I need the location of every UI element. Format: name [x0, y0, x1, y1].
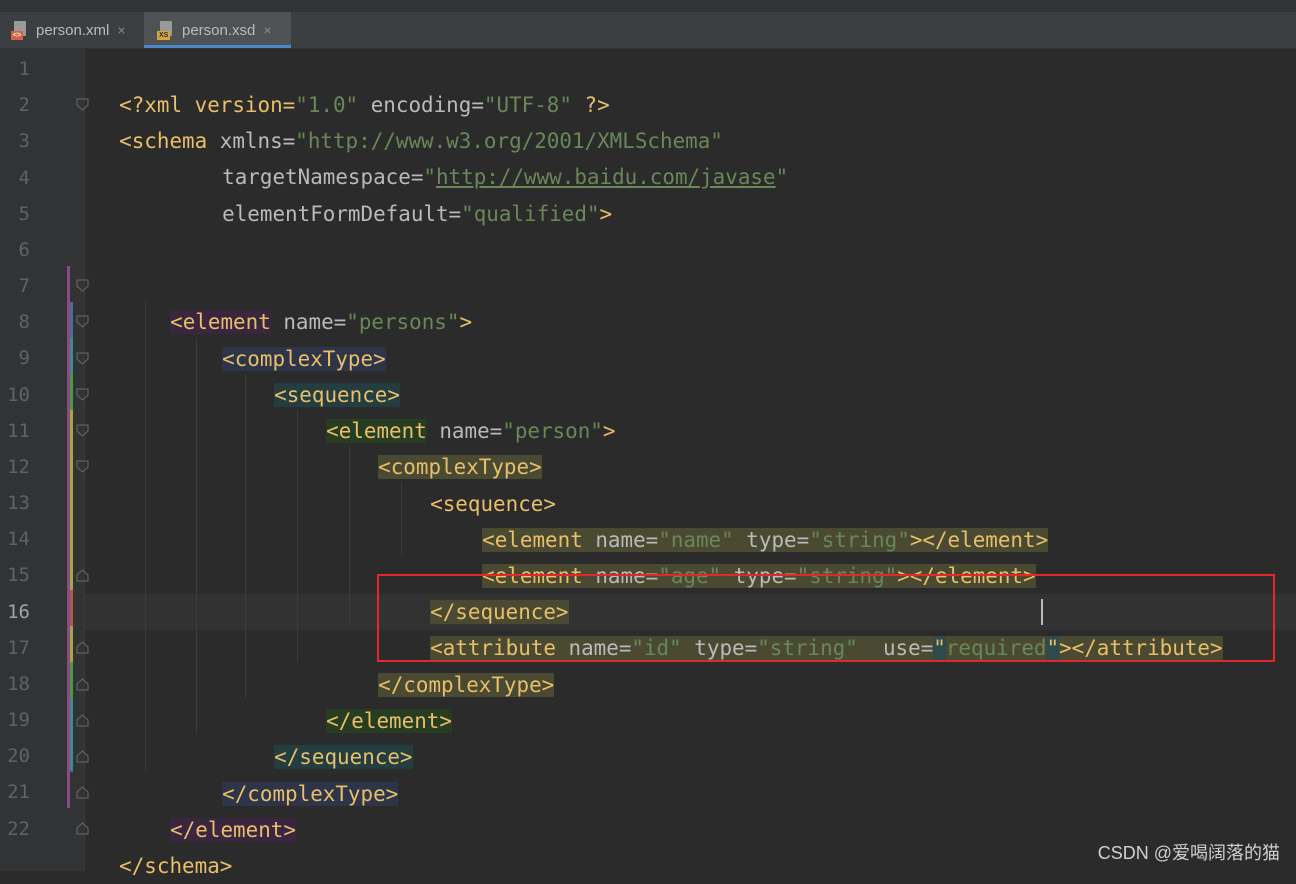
- line-number: 18: [7, 673, 30, 695]
- line-number: 17: [7, 637, 30, 659]
- close-icon[interactable]: ×: [263, 22, 271, 38]
- code-line-18[interactable]: </element>: [301, 667, 452, 733]
- fold-close-icon[interactable]: [76, 641, 89, 654]
- line-number-current: 16: [7, 601, 30, 623]
- code-line-7[interactable]: <element name="persons">: [145, 268, 472, 334]
- code-line-1[interactable]: <?xml version="1.0" encoding="UTF-8" ?>: [94, 51, 610, 117]
- code-line-21[interactable]: </element>: [145, 776, 296, 842]
- line-number: 5: [18, 203, 30, 225]
- indent-guide: [349, 446, 350, 626]
- line-number: 14: [7, 528, 30, 550]
- fold-open-icon[interactable]: [76, 352, 89, 365]
- indent-guide: [145, 302, 146, 770]
- code-line-8[interactable]: <complexType>: [197, 305, 386, 371]
- watermark: CSDN @爱喝阔落的猫: [1097, 843, 1280, 863]
- code-line-4[interactable]: elementFormDefault="qualified">: [197, 160, 612, 226]
- fold-open-icon[interactable]: [76, 279, 89, 292]
- indent-guide: [196, 338, 197, 734]
- line-number: 1: [18, 58, 30, 80]
- xml-file-icon: <>: [11, 20, 30, 40]
- fold-close-icon[interactable]: [76, 678, 89, 691]
- line-number: 21: [7, 781, 30, 803]
- code-line-20[interactable]: </complexType>: [197, 740, 399, 806]
- scope-bar: [70, 410, 73, 590]
- line-number: 8: [18, 311, 30, 333]
- code-line-12[interactable]: <sequence>: [405, 450, 556, 516]
- line-number: 6: [18, 239, 30, 261]
- close-icon[interactable]: ×: [117, 22, 125, 38]
- line-number: 12: [7, 456, 30, 478]
- fold-close-icon[interactable]: [76, 822, 89, 835]
- line-number: 3: [18, 130, 30, 152]
- code-line-2[interactable]: <schema xmlns="http://www.w3.org/2001/XM…: [94, 87, 723, 153]
- code-line-14[interactable]: <element name="age" type="string"></elem…: [457, 522, 1036, 588]
- tab-person-xml[interactable]: <> person.xml ×: [0, 12, 143, 48]
- tab-person-xsd[interactable]: XS person.xsd ×: [144, 12, 291, 48]
- code-line-9[interactable]: <sequence>: [249, 341, 400, 407]
- fold-open-icon[interactable]: [76, 315, 89, 328]
- line-number: 2: [18, 94, 30, 116]
- code-line-22[interactable]: </schema>: [94, 812, 232, 878]
- fold-close-icon[interactable]: [76, 569, 89, 582]
- line-number: 19: [7, 709, 30, 731]
- fold-open-icon[interactable]: [76, 388, 89, 401]
- editor-tab-bar: <> person.xml × XS person.xsd ×: [0, 12, 1296, 49]
- line-number: 9: [18, 347, 30, 369]
- fold-close-icon[interactable]: [76, 714, 89, 727]
- line-number: 7: [18, 275, 30, 297]
- xsd-file-icon: XS: [157, 20, 176, 40]
- indent-guide: [401, 482, 402, 554]
- fold-open-icon[interactable]: [76, 98, 89, 111]
- code-line-19[interactable]: </sequence>: [249, 703, 413, 769]
- scope-bar: [70, 662, 73, 698]
- code-line-11[interactable]: <complexType>: [353, 413, 542, 479]
- fold-close-icon[interactable]: [76, 786, 89, 799]
- line-number: 13: [7, 492, 30, 514]
- fold-open-icon[interactable]: [76, 460, 89, 473]
- window-top-strip: [0, 0, 1296, 12]
- line-number: 11: [7, 420, 30, 442]
- indent-guide: [297, 410, 298, 662]
- code-line-3[interactable]: targetNamespace="http://www.baidu.com/ja…: [197, 123, 788, 189]
- tab-label: person.xsd: [182, 21, 256, 39]
- line-number: 15: [7, 564, 30, 586]
- annotation-highlight-box: [377, 574, 1275, 662]
- code-line-10[interactable]: <element name="person">: [301, 377, 615, 443]
- line-number: 10: [7, 384, 30, 406]
- scope-bar: [70, 374, 73, 414]
- fold-close-icon[interactable]: [76, 750, 89, 763]
- scope-bar: [70, 698, 73, 770]
- scope-bar: [70, 590, 73, 626]
- line-number: 22: [7, 818, 30, 840]
- indent-guide: [245, 374, 246, 698]
- tab-label: person.xml: [36, 21, 110, 39]
- code-line-13[interactable]: <element name="name" type="string"></ele…: [457, 486, 1049, 552]
- line-number: 20: [7, 745, 30, 767]
- fold-open-icon[interactable]: [76, 424, 89, 437]
- line-number: 4: [18, 167, 30, 189]
- scope-bar: [70, 626, 73, 666]
